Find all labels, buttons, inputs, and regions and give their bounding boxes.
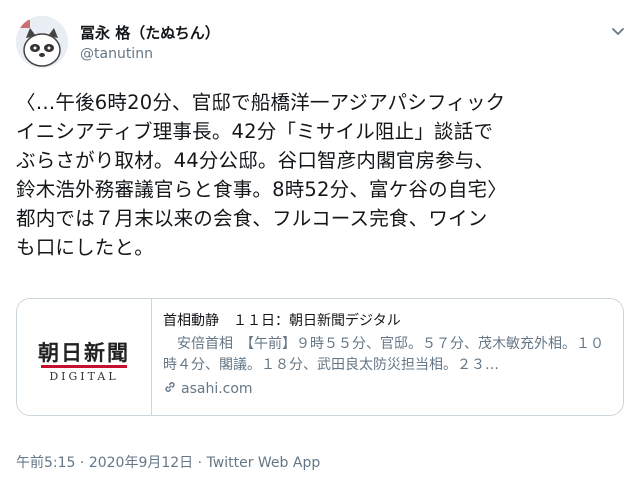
avatar[interactable]: [16, 16, 68, 68]
display-name[interactable]: 冨永 格（たぬちん）: [80, 22, 220, 43]
logo-divider: [41, 365, 127, 368]
chevron-down-icon[interactable]: [608, 22, 628, 42]
meta-separator-2: ·: [197, 455, 203, 471]
card-title: 首相動静 １１日：朝日新聞デジタル: [163, 313, 401, 329]
card-thumbnail: 朝日新聞 DIGITAL: [17, 299, 152, 415]
tweet-source[interactable]: Twitter Web App: [207, 455, 321, 471]
card-domain-text: asahi.com: [181, 381, 253, 397]
tweet-meta: 午前5:15 · 2020年9月12日 · Twitter Web App: [16, 452, 320, 472]
asahi-logo-ja: 朝日新聞: [38, 340, 130, 365]
tweet-date[interactable]: 2020年9月12日: [89, 455, 193, 471]
link-card[interactable]: 朝日新聞 DIGITAL 首相動静 １１日：朝日新聞デジタル 安倍首相 【午前】…: [16, 298, 624, 416]
raccoon-avatar-icon: [16, 16, 68, 68]
asahi-logo-en: DIGITAL: [49, 370, 119, 383]
tweet-time[interactable]: 午前5:15: [16, 455, 75, 471]
card-description: 安倍首相 【午前】９時５５分、官邸。５７分、茂木敏充外相。１０時４分、閣議。１８…: [163, 336, 604, 373]
card-domain: asahi.com: [163, 380, 615, 398]
card-body: 首相動静 １１日：朝日新聞デジタル 安倍首相 【午前】９時５５分、官邸。５７分、…: [163, 311, 615, 398]
link-icon: [163, 380, 177, 398]
tweet-text: 〈…午後6時20分、官邸で船橋洋一アジアパシフィック イニシアティブ理事長。42…: [16, 91, 507, 259]
meta-separator: ·: [79, 455, 85, 471]
user-handle[interactable]: @tanutinn: [80, 46, 153, 62]
